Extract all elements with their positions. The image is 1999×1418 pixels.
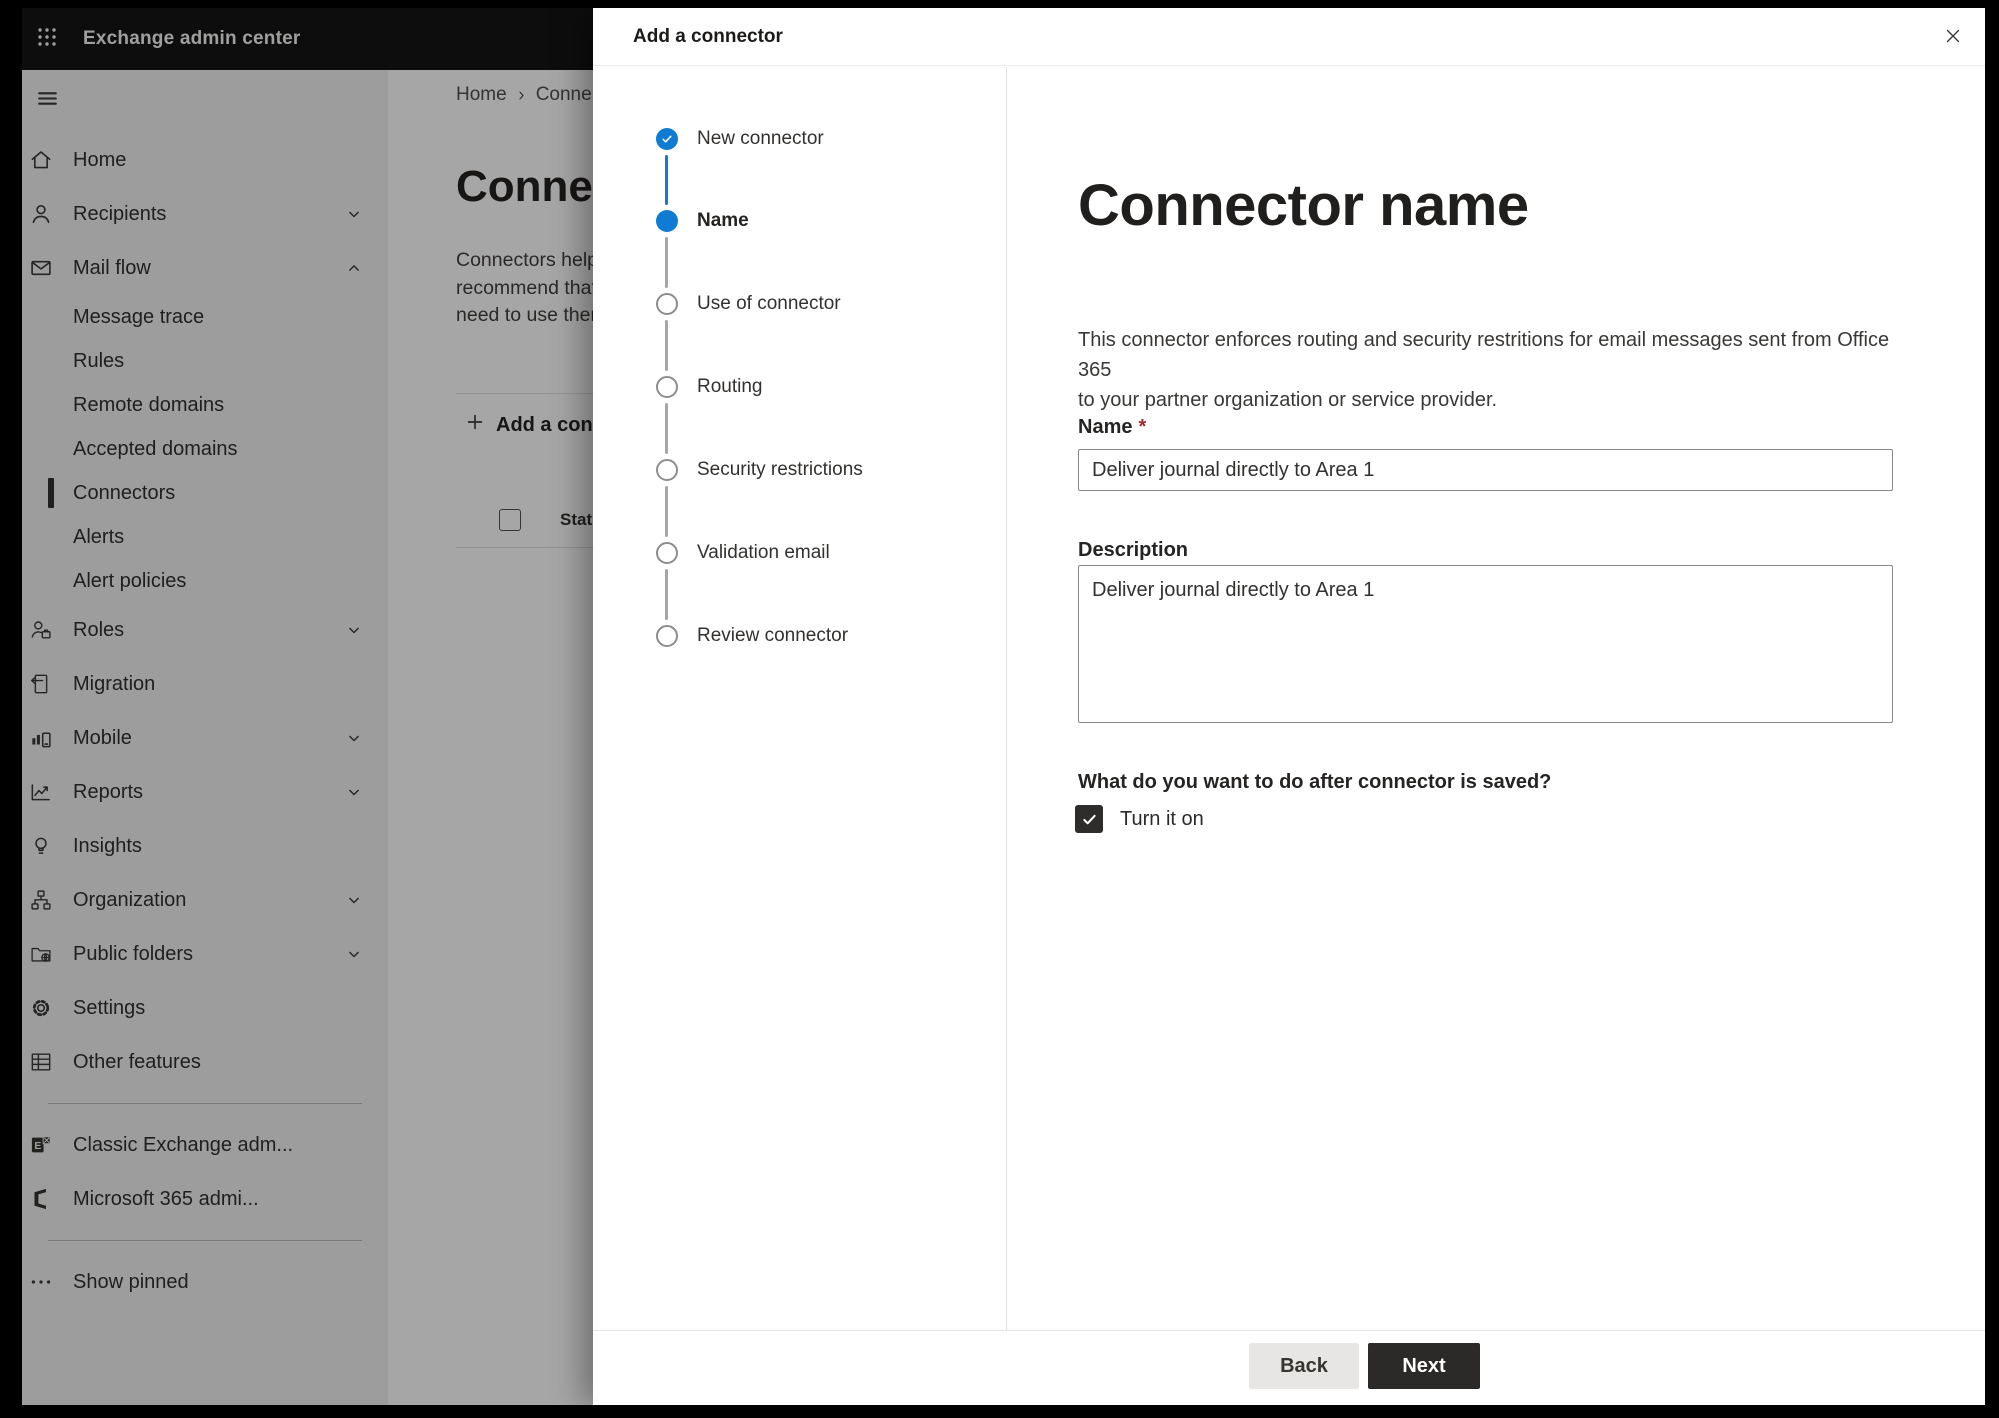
- wizard-step-routing[interactable]: Routing: [656, 376, 763, 398]
- turn-it-on-label: Turn it on: [1120, 807, 1204, 830]
- add-connector-dialog: Add a connector New connector Name Use of …: [593, 8, 1985, 1405]
- step-completed-check-icon: [656, 128, 678, 150]
- screen: Exchange admin center Home Recipients Mail…: [0, 0, 1999, 1418]
- wizard-step-label: New connector: [697, 128, 824, 149]
- wizard-step-validation-email[interactable]: Validation email: [656, 542, 830, 564]
- wizard-step-label: Use of connector: [697, 293, 841, 314]
- step-connector-line: [665, 155, 668, 205]
- next-button[interactable]: Next: [1368, 1343, 1480, 1389]
- name-input[interactable]: [1078, 449, 1893, 491]
- step-connector-line: [665, 237, 668, 288]
- step-connector-line: [665, 486, 668, 537]
- step-circle-icon: [656, 542, 678, 564]
- wizard-step-label: Security restrictions: [697, 459, 863, 480]
- wizard-step-security-restrictions[interactable]: Security restrictions: [656, 459, 863, 481]
- exchange-admin-center-window: Exchange admin center Home Recipients Mail…: [22, 8, 1985, 1405]
- description-field-label: Description: [1078, 539, 1188, 562]
- dialog-title: Add a connector: [633, 26, 783, 47]
- name-field-label: Name *: [1078, 416, 1146, 439]
- close-button[interactable]: [1937, 21, 1969, 53]
- step-circle-icon: [656, 459, 678, 481]
- turn-it-on-option[interactable]: Turn it on: [1075, 805, 1204, 833]
- step-connector-line: [665, 403, 668, 454]
- wizard-step-name[interactable]: Name: [656, 210, 749, 232]
- wizard-step-label: Name: [697, 210, 749, 231]
- required-asterisk: *: [1138, 416, 1147, 438]
- step-circle-icon: [656, 376, 678, 398]
- description-textarea[interactable]: Deliver journal directly to Area 1: [1078, 565, 1893, 723]
- turn-it-on-checkbox[interactable]: [1075, 805, 1103, 833]
- wizard-step-use-of-connector[interactable]: Use of connector: [656, 293, 841, 315]
- step-description: This connector enforces routing and secu…: [1078, 329, 1890, 411]
- step-heading: Connector name: [1078, 173, 1529, 238]
- wizard-steps: New connector Name Use of connector Routing…: [593, 67, 1007, 1330]
- wizard-step-label: Review connector: [697, 625, 849, 646]
- step-circle-icon: [656, 293, 678, 315]
- wizard-step-label: Routing: [697, 376, 763, 397]
- step-circle-icon: [656, 210, 678, 232]
- wizard-step-label: Validation email: [697, 542, 830, 563]
- wizard-step-new-connector[interactable]: New connector: [656, 128, 824, 150]
- wizard-step-review-connector[interactable]: Review connector: [656, 625, 848, 647]
- description-label-text: Description: [1078, 539, 1189, 561]
- dialog-header: Add a connector: [593, 8, 1985, 66]
- after-save-question: What do you want to do after connector i…: [1078, 771, 1552, 793]
- step-connector-line: [665, 569, 668, 620]
- step-circle-icon: [656, 625, 678, 647]
- back-button[interactable]: Back: [1249, 1343, 1359, 1389]
- footer-divider: [593, 1330, 1985, 1331]
- close-icon: [1942, 25, 1964, 50]
- step-connector-line: [665, 320, 668, 371]
- name-label-text: Name: [1078, 416, 1133, 438]
